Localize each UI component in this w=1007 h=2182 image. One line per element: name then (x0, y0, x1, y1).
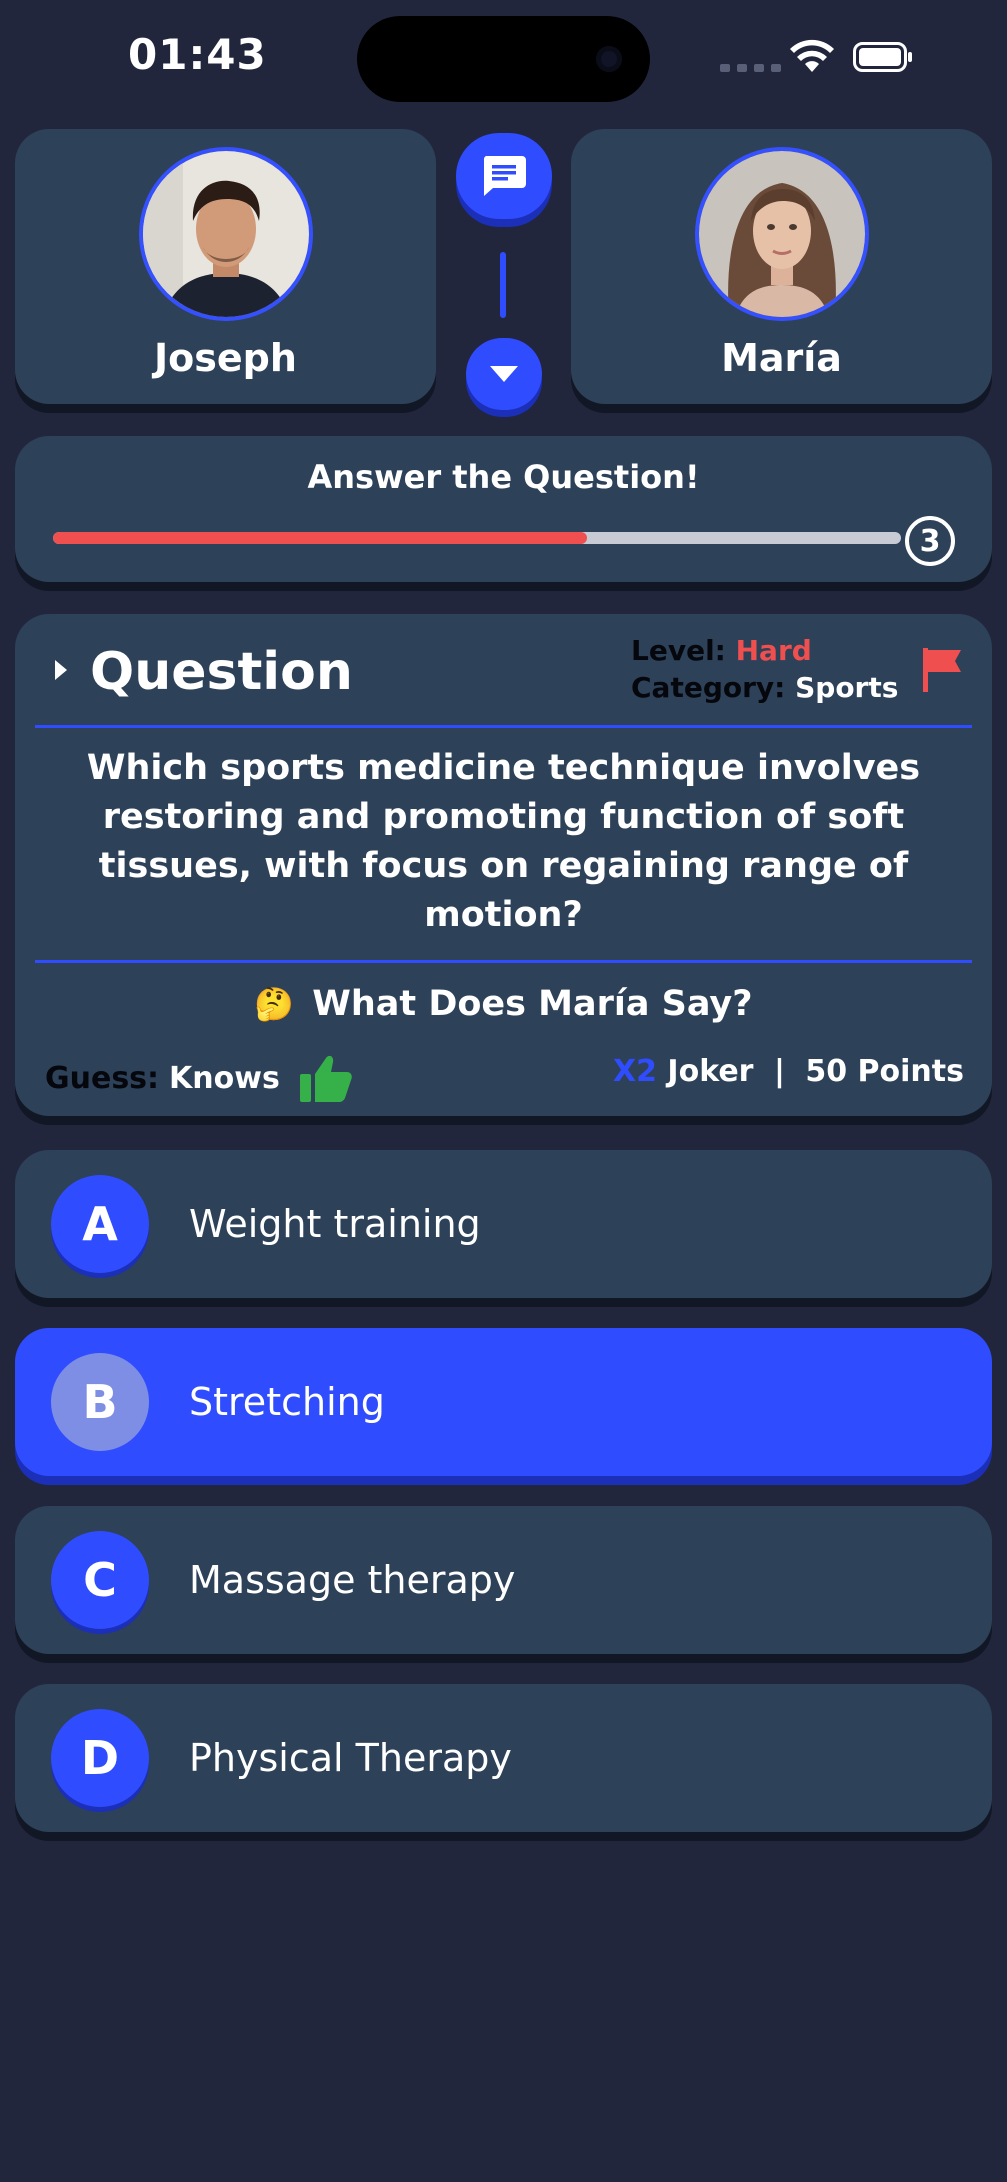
guess-status: Guess: Knows (45, 1054, 352, 1102)
guess-value: Knows (169, 1060, 280, 1096)
level-label: Level: (631, 634, 726, 667)
question-heading: Question (90, 642, 353, 702)
joker-info: X2 Joker | 50 Points (613, 1054, 964, 1089)
chat-icon (483, 156, 526, 196)
question-card: Question Level: Hard Category: Sports Wh… (15, 614, 992, 1116)
divider-top (35, 725, 972, 728)
timer-seconds: 3 (905, 516, 955, 566)
answer-letter: A (51, 1175, 149, 1273)
joker-label: Joker (667, 1054, 754, 1089)
timer-progress-fill (53, 532, 588, 544)
battery-icon (853, 42, 912, 72)
timer-card: Answer the Question! 3 (15, 436, 992, 582)
front-camera (596, 46, 622, 72)
dynamic-island (357, 16, 650, 102)
player-name-right: María (721, 336, 842, 380)
connector-line (500, 252, 506, 318)
category-row: Category: Sports (631, 671, 898, 704)
answer-text: Stretching (189, 1380, 385, 1424)
caret-right-icon[interactable] (55, 660, 67, 680)
answer-letter: B (51, 1353, 149, 1451)
level-value: Hard (735, 634, 812, 667)
answer-text: Weight training (189, 1202, 481, 1246)
guess-prompt-text: What Does María Say? (312, 984, 753, 1024)
answer-letter: D (51, 1709, 149, 1807)
divider-bottom (35, 960, 972, 963)
avatar-maria (694, 147, 869, 321)
answer-text: Physical Therapy (189, 1736, 512, 1780)
question-text: Which sports medicine technique involves… (86, 748, 921, 935)
chat-button[interactable] (456, 133, 552, 219)
timer-title: Answer the Question! (307, 458, 700, 496)
answer-letter: C (51, 1531, 149, 1629)
level-row: Level: Hard (631, 634, 812, 667)
expand-button[interactable] (466, 338, 542, 410)
signal-icon (720, 64, 781, 72)
thinking-emoji-icon: 🤔 (254, 985, 295, 1023)
answer-text: Massage therapy (189, 1558, 516, 1602)
status-time: 01:43 (128, 30, 267, 79)
avatar-joseph (138, 147, 313, 321)
player-card-left: Joseph (15, 129, 436, 404)
answer-option-d[interactable]: D Physical Therapy (15, 1684, 992, 1832)
chevron-down-icon (490, 366, 518, 382)
player-card-right: María (571, 129, 992, 404)
joker-multiplier: X2 (612, 1054, 657, 1089)
thumbs-up-icon (299, 1055, 352, 1102)
points-value: 50 Points (805, 1054, 964, 1089)
answer-option-a[interactable]: A Weight training (15, 1150, 992, 1298)
player-name-left: Joseph (154, 336, 297, 380)
report-flag-icon[interactable] (923, 648, 963, 692)
guess-prompt: 🤔 What Does María Say? (15, 984, 992, 1024)
category-value: Sports (795, 671, 899, 704)
answer-option-c[interactable]: C Massage therapy (15, 1506, 992, 1654)
separator: | (773, 1054, 785, 1089)
timer-progress-bar (53, 532, 901, 544)
answer-option-b[interactable]: B Stretching (15, 1328, 992, 1476)
guess-label: Guess: (45, 1060, 160, 1096)
category-label: Category: (631, 671, 786, 704)
wifi-icon (790, 39, 834, 72)
